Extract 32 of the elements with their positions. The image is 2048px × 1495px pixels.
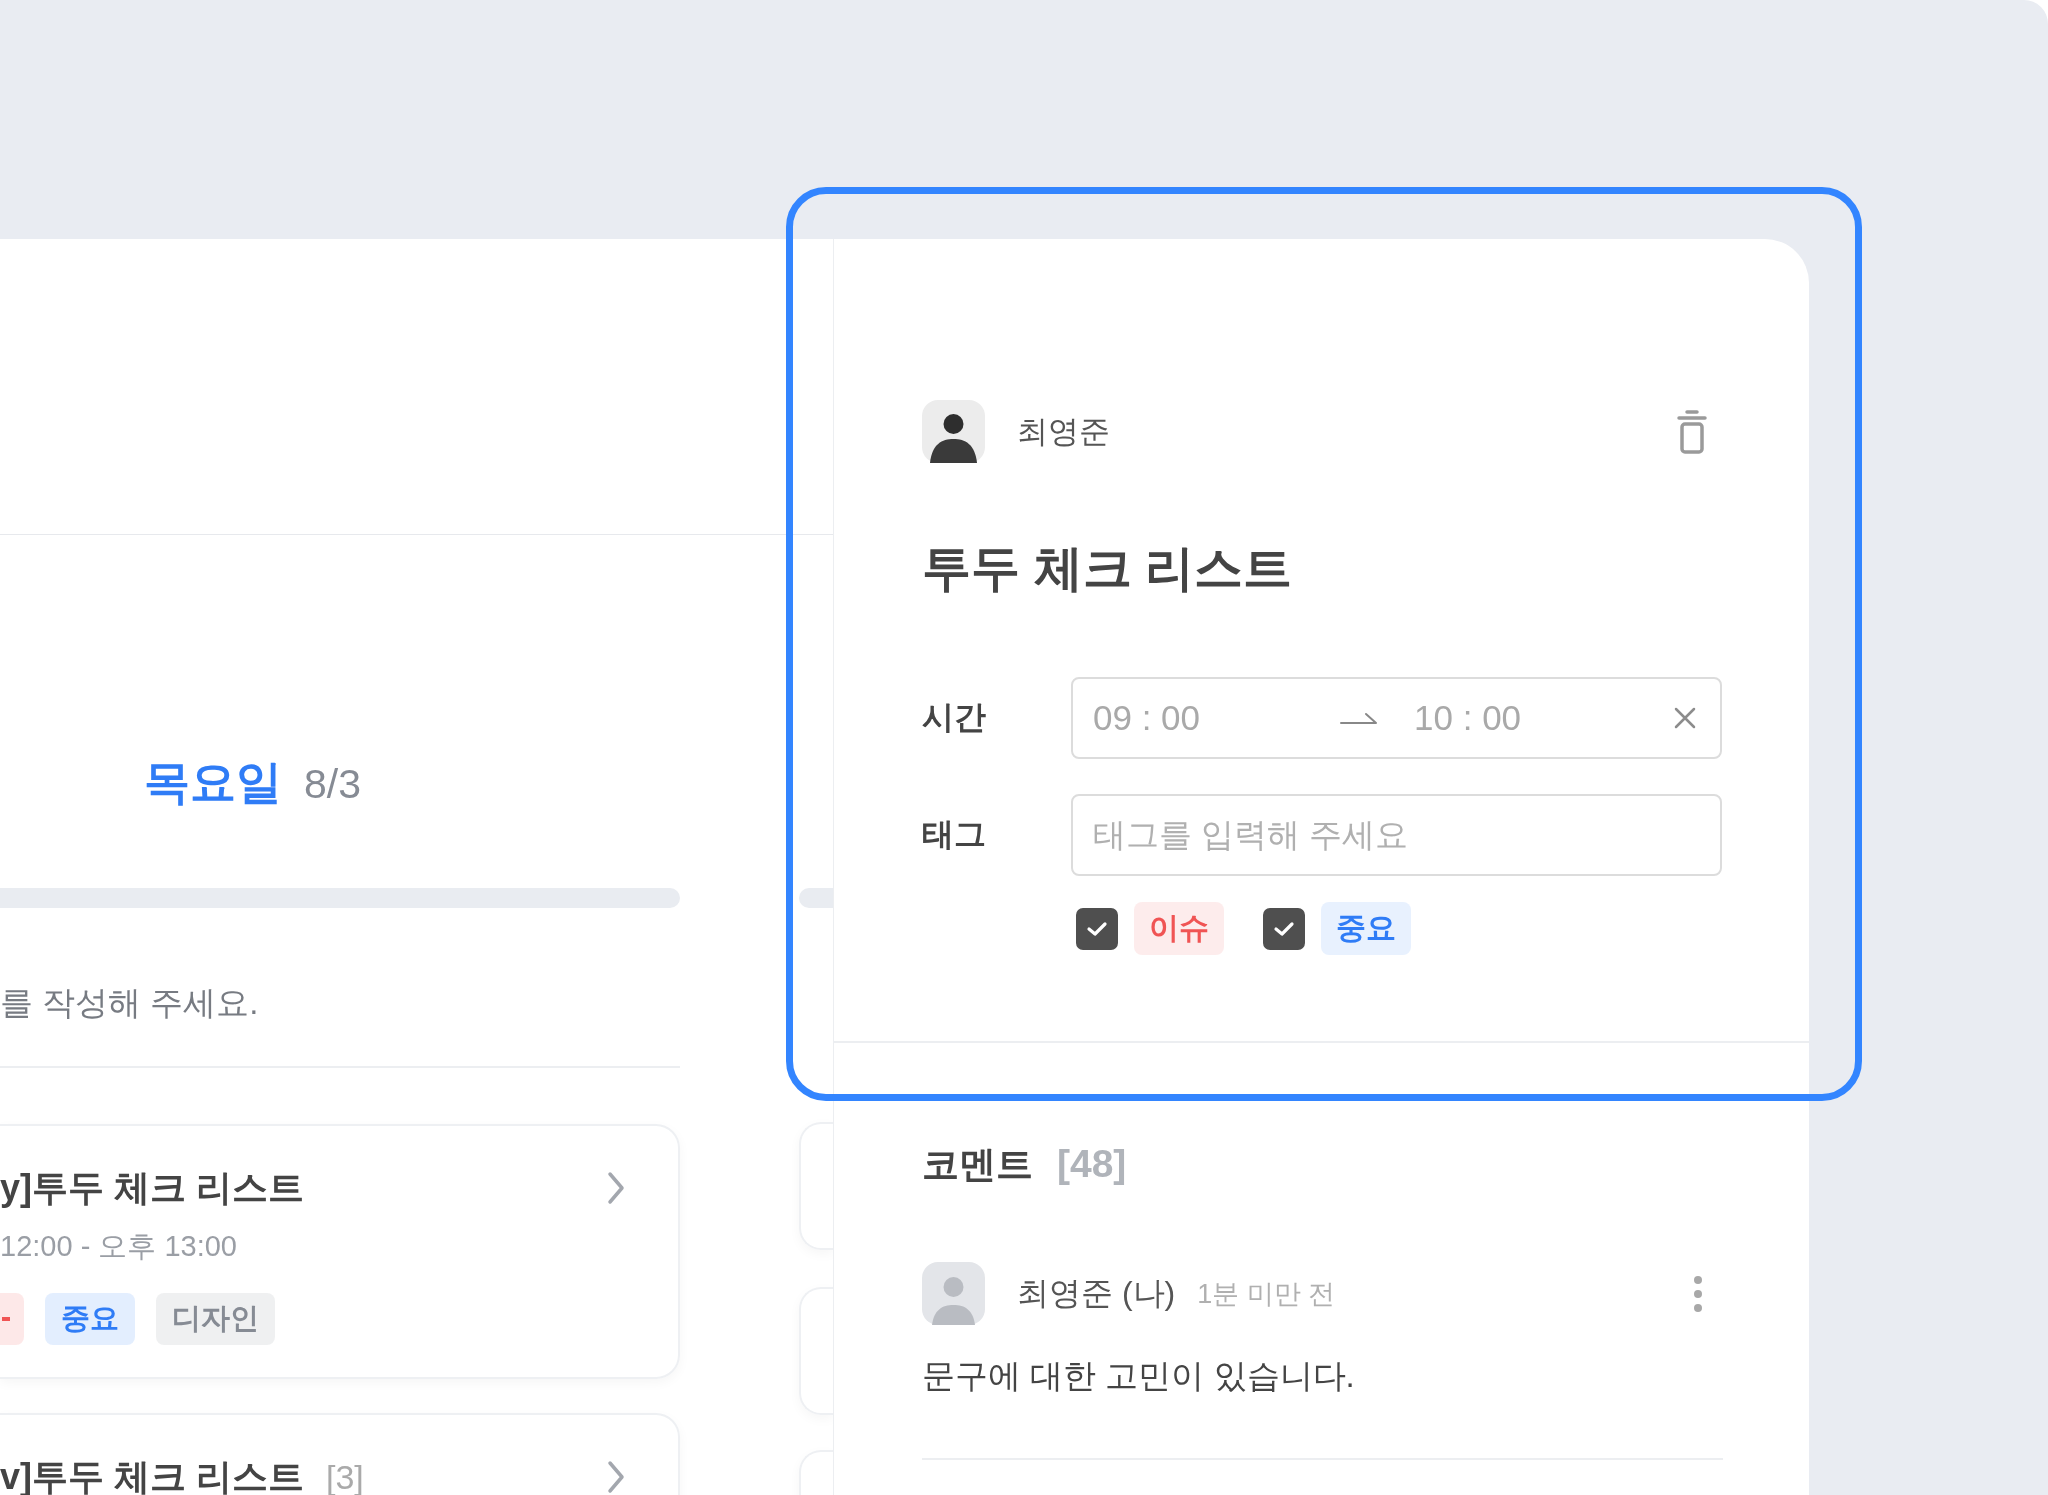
tag: 디자인 bbox=[156, 1293, 275, 1345]
field-label: 시간 bbox=[922, 698, 987, 737]
time-range: 12:00 - 오후 13:00 bbox=[0, 1229, 238, 1264]
more-icon[interactable] bbox=[1693, 1273, 1703, 1314]
comment-count: [3] bbox=[326, 1457, 364, 1495]
timestamp: 1분 미만 전 bbox=[1197, 1277, 1336, 1311]
start-time: 09 : 00 bbox=[1093, 698, 1201, 738]
chevron-right-icon[interactable] bbox=[606, 1171, 626, 1205]
tag: 중요 bbox=[1321, 902, 1411, 955]
comment-count: [48] bbox=[1057, 1142, 1127, 1186]
section-title: 코멘트 bbox=[922, 1143, 1033, 1187]
avatar-icon bbox=[922, 1262, 985, 1325]
date-label: 8/3 bbox=[304, 761, 361, 808]
chevron-right-icon[interactable] bbox=[606, 1460, 626, 1494]
author-name: 최영준 bbox=[1017, 412, 1110, 451]
author-name: 최영준 (나) bbox=[1017, 1273, 1176, 1313]
checkbox[interactable] bbox=[1263, 907, 1305, 950]
end-time: 10 : 00 bbox=[1414, 698, 1522, 738]
trash-icon[interactable] bbox=[1676, 408, 1708, 455]
task-card[interactable]: y]투두 체크 리스트 12:00 - 오후 13:00 중요 디자인 bbox=[0, 1124, 680, 1379]
checkbox[interactable] bbox=[1076, 907, 1118, 950]
comment-text: 문구에 대한 고민이 있습니다. bbox=[922, 1356, 1356, 1396]
avatar bbox=[922, 400, 985, 463]
tag-input-field[interactable]: 태그를 입력해 주세요 bbox=[1071, 794, 1722, 876]
card-title: y]투두 체크 리스트 bbox=[0, 1165, 304, 1210]
note-text: 를 작성해 주세요. bbox=[0, 983, 260, 1023]
weekday-label: 목요일 bbox=[144, 755, 282, 810]
task-title: 투두 체크 리스트 bbox=[922, 540, 1294, 597]
tag: 중요 bbox=[45, 1293, 135, 1345]
tag: 이슈 bbox=[1134, 902, 1224, 955]
close-icon[interactable] bbox=[1674, 707, 1696, 729]
field-label: 태그 bbox=[922, 815, 987, 854]
